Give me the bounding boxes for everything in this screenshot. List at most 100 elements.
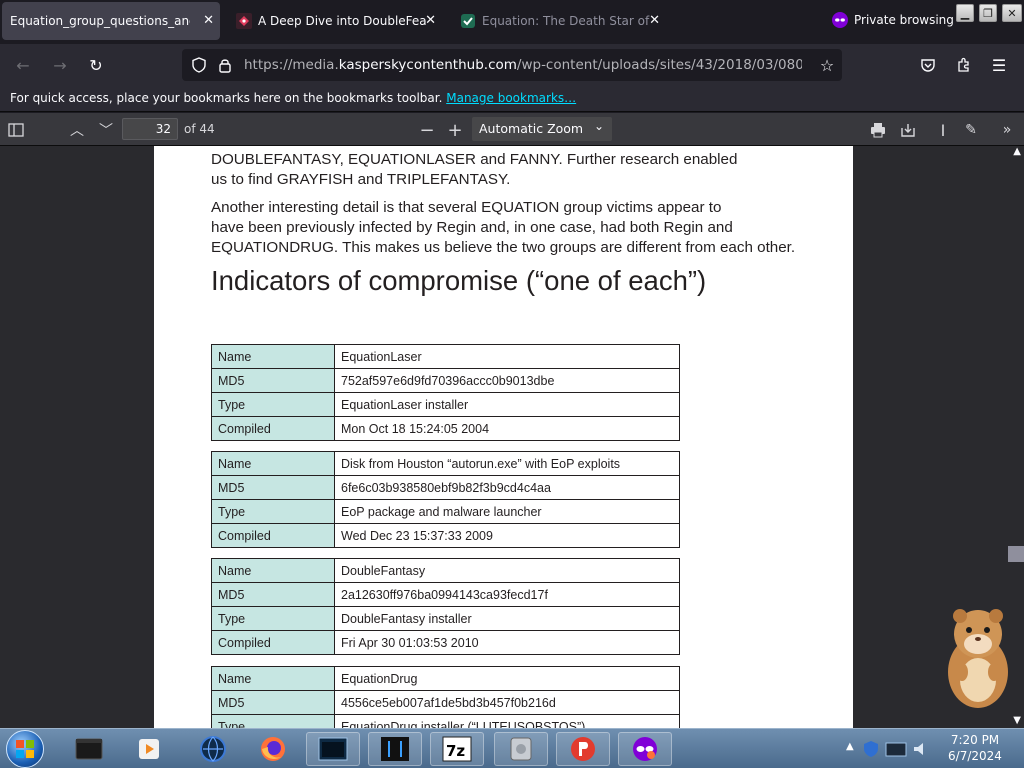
sidebar-toggle-icon[interactable] xyxy=(5,119,27,141)
tab-doublefeature[interactable]: A Deep Dive into DoubleFeatu ✕ xyxy=(228,2,442,40)
network-globe-icon[interactable] xyxy=(186,732,240,766)
windows-logo-icon xyxy=(16,740,34,758)
lock-icon[interactable] xyxy=(214,54,236,76)
dark-window-icon[interactable] xyxy=(368,732,422,766)
menu-icon[interactable]: ☰ xyxy=(988,54,1010,76)
hamster-mascot-icon xyxy=(948,609,1008,708)
zoom-select[interactable]: Automatic Zoom ⌄ xyxy=(472,117,612,141)
row-value: 6fe6c03b938580ebf9b82f3b9cd4c4aa xyxy=(334,475,680,500)
scroll-up-icon[interactable]: ▲ xyxy=(1013,146,1021,157)
row-key: Type xyxy=(211,606,335,631)
zoom-out-icon[interactable]: − xyxy=(416,119,438,141)
text-line: DOUBLEFANTASY, EQUATIONLASER and FANNY. … xyxy=(211,151,738,168)
tab-title: A Deep Dive into DoubleFeatu xyxy=(258,14,426,28)
disk-utility-icon[interactable] xyxy=(494,732,548,766)
start-button[interactable] xyxy=(6,730,44,768)
table-row: Type EquationLaser installer xyxy=(211,392,680,417)
private-browsing-icon[interactable] xyxy=(618,732,672,766)
table-row: Type EoP package and malware launcher xyxy=(211,499,680,524)
forward-arrow-icon[interactable]: → xyxy=(49,54,71,76)
reload-icon[interactable]: ↻ xyxy=(85,54,107,76)
tab-equation-pdf[interactable]: Equation_group_questions_and_an ✕ xyxy=(2,2,220,40)
table-row: Compiled Mon Oct 18 15:24:05 2004 xyxy=(211,416,680,441)
console-window-icon[interactable] xyxy=(306,732,360,766)
bookmark-star-icon[interactable]: ☆ xyxy=(816,54,838,76)
show-hidden-icons-icon[interactable]: ▲ xyxy=(846,741,854,752)
ioc-table: Name EquationDrug MD5 4556ce5eb007af1de5bd… xyxy=(211,666,680,728)
extensions-icon[interactable] xyxy=(953,54,975,76)
next-page-icon[interactable]: ﹀ xyxy=(95,119,117,141)
pocket-icon[interactable] xyxy=(917,54,939,76)
scrollbar-thumb[interactable] xyxy=(1008,546,1024,562)
pdf-reader-icon[interactable] xyxy=(556,732,610,766)
row-key: Type xyxy=(211,392,335,417)
tab-close-icon[interactable]: ✕ xyxy=(203,13,214,28)
row-value: 4556ce5eb007af1de5bd3b457f0b216d xyxy=(334,690,680,715)
restore-button[interactable]: ❐ xyxy=(979,4,997,22)
pdf-page: DOUBLEFANTASY, EQUATIONLASER and FANNY. … xyxy=(154,146,853,728)
url-bar[interactable]: https://media.kasperskycontenthub.com/wp… xyxy=(182,49,842,81)
ioc-table: Name EquationLaser MD5 752af597e6d9fd70396… xyxy=(211,344,680,441)
tab-title: Equation_group_questions_and_an xyxy=(10,14,190,28)
shield-icon[interactable] xyxy=(188,54,210,76)
navigation-toolbar: ← → ↻ https://media.kasperskycontenthub.… xyxy=(0,44,1024,86)
back-arrow-icon[interactable]: ← xyxy=(12,54,34,76)
manage-bookmarks-link[interactable]: Manage bookmarks… xyxy=(446,91,576,105)
terminal-icon[interactable] xyxy=(62,732,116,766)
url-prefix: https://media. xyxy=(244,57,339,73)
close-window-button[interactable]: ✕ xyxy=(1002,4,1022,22)
more-tools-icon[interactable]: » xyxy=(996,119,1018,141)
table-row: Name DoubleFantasy xyxy=(211,558,680,583)
site-favicon-icon xyxy=(460,13,476,29)
7zip-icon[interactable]: 7z xyxy=(430,732,484,766)
private-browsing-indicator: Private browsing xyxy=(832,12,954,28)
tab-death-star[interactable]: Equation: The Death Star of Ma ✕ xyxy=(452,2,666,40)
previous-page-icon[interactable]: ︿ xyxy=(66,119,88,141)
row-key: Compiled xyxy=(211,523,335,548)
volume-icon[interactable] xyxy=(912,740,930,758)
paragraph: Another interesting detail is that sever… xyxy=(211,198,821,258)
media-player-icon[interactable] xyxy=(122,732,176,766)
row-value: Disk from Houston “autorun.exe” with EoP… xyxy=(334,451,680,476)
zoom-value: Automatic Zoom xyxy=(479,121,584,136)
scroll-down-icon[interactable]: ▼ xyxy=(1013,715,1021,726)
system-tray xyxy=(862,735,932,763)
text-line: Another interesting detail is that sever… xyxy=(211,199,722,216)
row-value: Fri Apr 30 01:03:53 2010 xyxy=(334,630,680,655)
row-key: Compiled xyxy=(211,630,335,655)
private-browsing-label: Private browsing xyxy=(854,13,954,27)
url-text[interactable]: https://media.kasperskycontenthub.com/wp… xyxy=(244,57,802,73)
print-icon[interactable] xyxy=(867,119,889,141)
url-domain: kasperskycontenthub.com xyxy=(338,57,517,73)
site-favicon-icon xyxy=(236,13,252,29)
row-key: Name xyxy=(211,451,335,476)
text-select-icon[interactable]: I xyxy=(932,119,954,141)
pdf-viewer[interactable]: DOUBLEFANTASY, EQUATIONLASER and FANNY. … xyxy=(0,146,1024,728)
minimize-button[interactable]: ▁ xyxy=(956,4,974,22)
tab-strip: Equation_group_questions_and_an ✕ A Deep… xyxy=(0,0,1024,44)
zoom-in-icon[interactable]: + xyxy=(444,119,466,141)
table-row: Name EquationLaser xyxy=(211,344,680,369)
tab-close-icon[interactable]: ✕ xyxy=(425,13,436,28)
system-clock[interactable]: 7:20 PM 6/7/2024 xyxy=(940,732,1010,764)
browser-window: Equation_group_questions_and_an ✕ A Deep… xyxy=(0,0,1024,768)
row-value: Wed Dec 23 15:37:33 2009 xyxy=(334,523,680,548)
clock-time: 7:20 PM xyxy=(950,733,1000,747)
save-download-icon[interactable] xyxy=(897,119,919,141)
security-shield-icon[interactable] xyxy=(862,740,880,758)
network-tray-icon[interactable] xyxy=(884,740,908,758)
page-number-input[interactable] xyxy=(122,118,178,140)
row-value: EquationLaser xyxy=(334,344,680,369)
firefox-icon[interactable] xyxy=(246,732,300,766)
row-key: MD5 xyxy=(211,582,335,607)
tab-close-icon[interactable]: ✕ xyxy=(649,13,660,28)
row-key: Name xyxy=(211,666,335,691)
row-value: 752af597e6d9fd70396accc0b9013dbe xyxy=(334,368,680,393)
bookmarks-hint: For quick access, place your bookmarks h… xyxy=(10,91,443,105)
row-key: Type xyxy=(211,499,335,524)
table-row: Name Disk from Houston “autorun.exe” with… xyxy=(211,451,680,476)
draw-pen-icon[interactable]: ✎ xyxy=(960,119,982,141)
row-value: EoP package and malware launcher xyxy=(334,499,680,524)
clock-date: 6/7/2024 xyxy=(948,749,1002,763)
row-key: MD5 xyxy=(211,368,335,393)
